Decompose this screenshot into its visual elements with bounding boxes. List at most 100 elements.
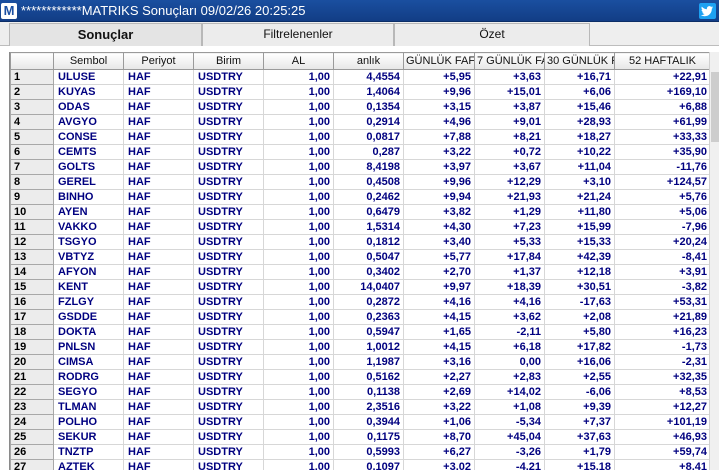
- birim-cell[interactable]: USDTRY: [193, 159, 264, 175]
- sembol-cell[interactable]: RODRG: [53, 369, 124, 385]
- al-cell[interactable]: 1,00: [263, 354, 334, 370]
- gunluk-cell[interactable]: +9,96: [403, 174, 475, 190]
- al-cell[interactable]: 1,00: [263, 459, 334, 470]
- periyot-cell[interactable]: HAF: [123, 324, 194, 340]
- birim-cell[interactable]: USDTRY: [193, 279, 264, 295]
- 52-haftalik-cell[interactable]: +8,53: [614, 384, 709, 400]
- 30-gunluk-cell[interactable]: +16,06: [544, 354, 615, 370]
- 52-haftalik-cell[interactable]: +16,23: [614, 324, 709, 340]
- 52-haftalik-cell[interactable]: +5,76: [614, 189, 709, 205]
- sembol-cell[interactable]: SEGYO: [53, 384, 124, 400]
- table-row[interactable]: 16 FZLGY HAF USDTRY 1,00 0,2872 +4,16 +4,16 -17,…: [10, 294, 709, 310]
- sembol-cell[interactable]: ODAS: [53, 99, 124, 115]
- table-row[interactable]: 5 CONSE HAF USDTRY 1,00 0,0817 +7,88 +8,21 +18,2…: [10, 129, 709, 145]
- 30-gunluk-cell[interactable]: +28,93: [544, 114, 615, 130]
- birim-cell[interactable]: USDTRY: [193, 219, 264, 235]
- gunluk-cell[interactable]: +9,96: [403, 84, 475, 100]
- al-cell[interactable]: 1,00: [263, 219, 334, 235]
- al-cell[interactable]: 1,00: [263, 414, 334, 430]
- table-row[interactable]: 24 POLHO HAF USDTRY 1,00 0,3944 +1,06 -5,34 +7,3…: [10, 414, 709, 430]
- gunluk-cell[interactable]: +4,30: [403, 219, 475, 235]
- al-cell[interactable]: 1,00: [263, 114, 334, 130]
- 7-gunluk-cell[interactable]: +14,02: [474, 384, 545, 400]
- birim-cell[interactable]: USDTRY: [193, 384, 264, 400]
- birim-cell[interactable]: USDTRY: [193, 99, 264, 115]
- sembol-cell[interactable]: VAKKO: [53, 219, 124, 235]
- sembol-cell[interactable]: TNZTP: [53, 444, 124, 460]
- periyot-cell[interactable]: HAF: [123, 414, 194, 430]
- sembol-cell[interactable]: TSGYO: [53, 234, 124, 250]
- al-cell[interactable]: 1,00: [263, 189, 334, 205]
- 30-gunluk-cell[interactable]: -17,63: [544, 294, 615, 310]
- sembol-cell[interactable]: KENT: [53, 279, 124, 295]
- periyot-cell[interactable]: HAF: [123, 159, 194, 175]
- gunluk-cell[interactable]: +7,88: [403, 129, 475, 145]
- gunluk-cell[interactable]: +3,15: [403, 99, 475, 115]
- al-cell[interactable]: 1,00: [263, 309, 334, 325]
- periyot-cell[interactable]: HAF: [123, 189, 194, 205]
- periyot-cell[interactable]: HAF: [123, 339, 194, 355]
- periyot-cell[interactable]: HAF: [123, 279, 194, 295]
- gunluk-cell[interactable]: +4,15: [403, 309, 475, 325]
- birim-cell[interactable]: USDTRY: [193, 129, 264, 145]
- gunluk-cell[interactable]: +9,97: [403, 279, 475, 295]
- table-row[interactable]: 17 GSDDE HAF USDTRY 1,00 0,2363 +4,15 +3,62 +2,0…: [10, 309, 709, 325]
- periyot-cell[interactable]: HAF: [123, 99, 194, 115]
- 52-haftalik-cell[interactable]: -2,31: [614, 354, 709, 370]
- al-cell[interactable]: 1,00: [263, 264, 334, 280]
- al-cell[interactable]: 1,00: [263, 444, 334, 460]
- al-cell[interactable]: 1,00: [263, 84, 334, 100]
- periyot-cell[interactable]: HAF: [123, 129, 194, 145]
- 30-gunluk-cell[interactable]: +15,46: [544, 99, 615, 115]
- birim-cell[interactable]: USDTRY: [193, 414, 264, 430]
- 52-haftalik-cell[interactable]: -11,76: [614, 159, 709, 175]
- column-header-birim[interactable]: Birim: [193, 52, 264, 70]
- table-row[interactable]: 23 TLMAN HAF USDTRY 1,00 2,3516 +3,22 +1,08 +9,3…: [10, 399, 709, 415]
- table-row[interactable]: 9 BINHO HAF USDTRY 1,00 0,2462 +9,94 +21,93 +21,…: [10, 189, 709, 205]
- anlik-cell[interactable]: 0,2872: [333, 294, 404, 310]
- anlik-cell[interactable]: 0,3402: [333, 264, 404, 280]
- scrollbar-thumb[interactable]: [711, 72, 719, 142]
- twitter-icon[interactable]: [699, 3, 716, 19]
- periyot-cell[interactable]: HAF: [123, 369, 194, 385]
- table-row[interactable]: 7 GOLTS HAF USDTRY 1,00 8,4198 +3,97 +3,67 +11,0…: [10, 159, 709, 175]
- 52-haftalik-cell[interactable]: +22,91: [614, 69, 709, 85]
- al-cell[interactable]: 1,00: [263, 159, 334, 175]
- birim-cell[interactable]: USDTRY: [193, 114, 264, 130]
- 52-haftalik-cell[interactable]: -7,96: [614, 219, 709, 235]
- 7-gunluk-cell[interactable]: +9,01: [474, 114, 545, 130]
- 52-haftalik-cell[interactable]: +21,89: [614, 309, 709, 325]
- al-cell[interactable]: 1,00: [263, 429, 334, 445]
- 52-haftalik-cell[interactable]: -8,41: [614, 249, 709, 265]
- birim-cell[interactable]: USDTRY: [193, 459, 264, 470]
- 30-gunluk-cell[interactable]: -6,06: [544, 384, 615, 400]
- birim-cell[interactable]: USDTRY: [193, 264, 264, 280]
- periyot-cell[interactable]: HAF: [123, 459, 194, 470]
- sembol-cell[interactable]: DOKTA: [53, 324, 124, 340]
- anlik-cell[interactable]: 8,4198: [333, 159, 404, 175]
- al-cell[interactable]: 1,00: [263, 69, 334, 85]
- table-row[interactable]: 18 DOKTA HAF USDTRY 1,00 0,5947 +1,65 -2,11 +5,8…: [10, 324, 709, 340]
- sembol-cell[interactable]: AZTEK: [53, 459, 124, 470]
- anlik-cell[interactable]: 0,5162: [333, 369, 404, 385]
- table-row[interactable]: 13 VBTYZ HAF USDTRY 1,00 0,5047 +5,77 +17,84 +42…: [10, 249, 709, 265]
- birim-cell[interactable]: USDTRY: [193, 204, 264, 220]
- 52-haftalik-cell[interactable]: +3,91: [614, 264, 709, 280]
- al-cell[interactable]: 1,00: [263, 249, 334, 265]
- birim-cell[interactable]: USDTRY: [193, 354, 264, 370]
- gunluk-cell[interactable]: +1,06: [403, 414, 475, 430]
- 30-gunluk-cell[interactable]: +7,37: [544, 414, 615, 430]
- column-header-gunluk[interactable]: GÜNLÜK FAF: [403, 52, 475, 70]
- 7-gunluk-cell[interactable]: -5,34: [474, 414, 545, 430]
- sembol-cell[interactable]: POLHO: [53, 414, 124, 430]
- sembol-cell[interactable]: GSDDE: [53, 309, 124, 325]
- gunluk-cell[interactable]: +3,22: [403, 144, 475, 160]
- periyot-cell[interactable]: HAF: [123, 429, 194, 445]
- al-cell[interactable]: 1,00: [263, 129, 334, 145]
- sembol-cell[interactable]: KUYAS: [53, 84, 124, 100]
- anlik-cell[interactable]: 0,1354: [333, 99, 404, 115]
- anlik-cell[interactable]: 1,5314: [333, 219, 404, 235]
- birim-cell[interactable]: USDTRY: [193, 249, 264, 265]
- sembol-cell[interactable]: GEREL: [53, 174, 124, 190]
- gunluk-cell[interactable]: +3,97: [403, 159, 475, 175]
